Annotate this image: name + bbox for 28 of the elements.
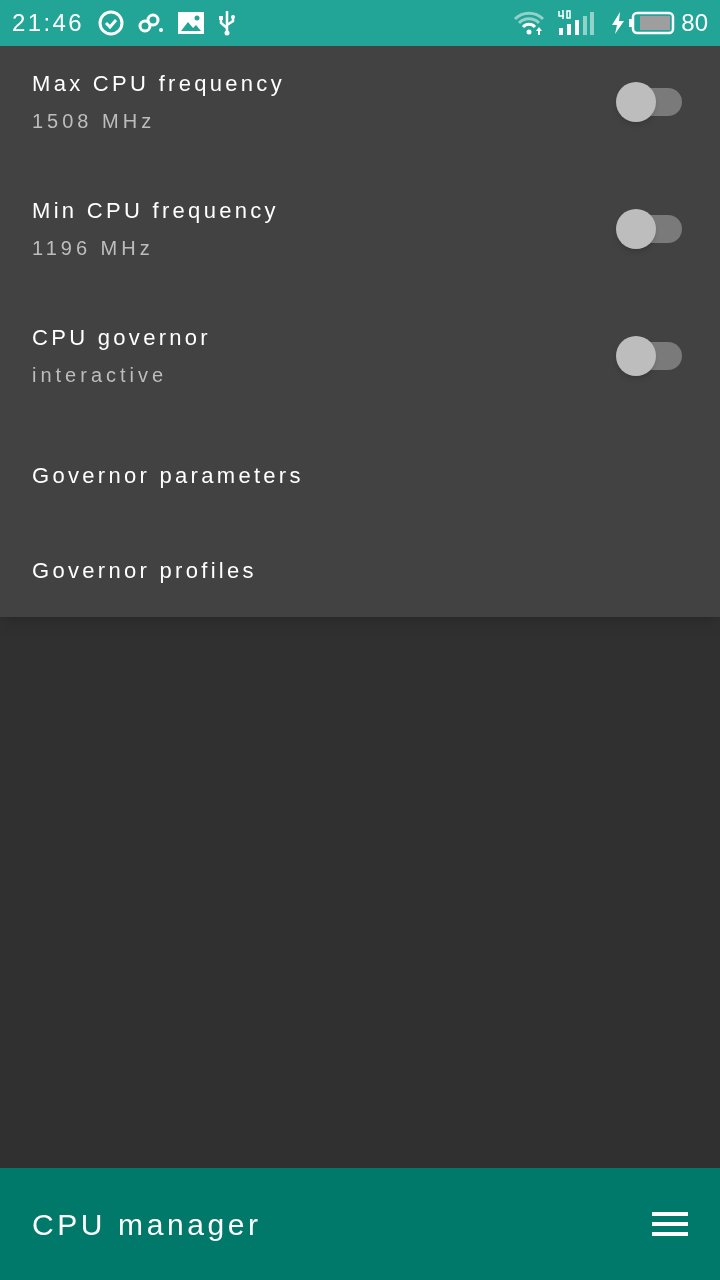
setting-row[interactable]: Min CPU frequency 1196 MHz	[0, 173, 720, 300]
battery-icon	[629, 11, 676, 35]
status-time: 21:46	[12, 8, 85, 38]
toggle-switch[interactable]	[616, 81, 682, 122]
setting-row[interactable]: CPU governor interactive	[0, 300, 720, 427]
battery-percentage: 80	[681, 8, 708, 38]
setting-title: Min CPU frequency	[32, 197, 280, 225]
rings-icon	[138, 12, 165, 34]
setting-row[interactable]: Max CPU frequency 1508 MHz	[0, 46, 720, 173]
setting-value: 1196 MHz	[32, 236, 155, 261]
charging-icon	[611, 12, 626, 34]
app-title: CPU manager	[32, 1206, 263, 1243]
setting-title: CPU governor	[32, 324, 212, 352]
toggle-switch[interactable]	[616, 208, 682, 249]
image-icon	[178, 12, 205, 34]
setting-row[interactable]: Governor parameters	[0, 427, 720, 522]
signal-icon	[557, 10, 596, 36]
setting-row[interactable]: Governor profiles	[0, 522, 720, 617]
check-circle-icon	[98, 10, 125, 36]
wifi-icon	[513, 11, 546, 35]
setting-title: Governor parameters	[32, 462, 304, 490]
menu-icon[interactable]	[652, 1211, 688, 1237]
setting-title: Governor profiles	[32, 557, 257, 585]
toggle-switch[interactable]	[616, 335, 682, 376]
setting-title: Max CPU frequency	[32, 70, 286, 98]
usb-icon	[218, 10, 237, 36]
setting-value: 1508 MHz	[32, 109, 157, 134]
setting-value: interactive	[32, 363, 169, 388]
